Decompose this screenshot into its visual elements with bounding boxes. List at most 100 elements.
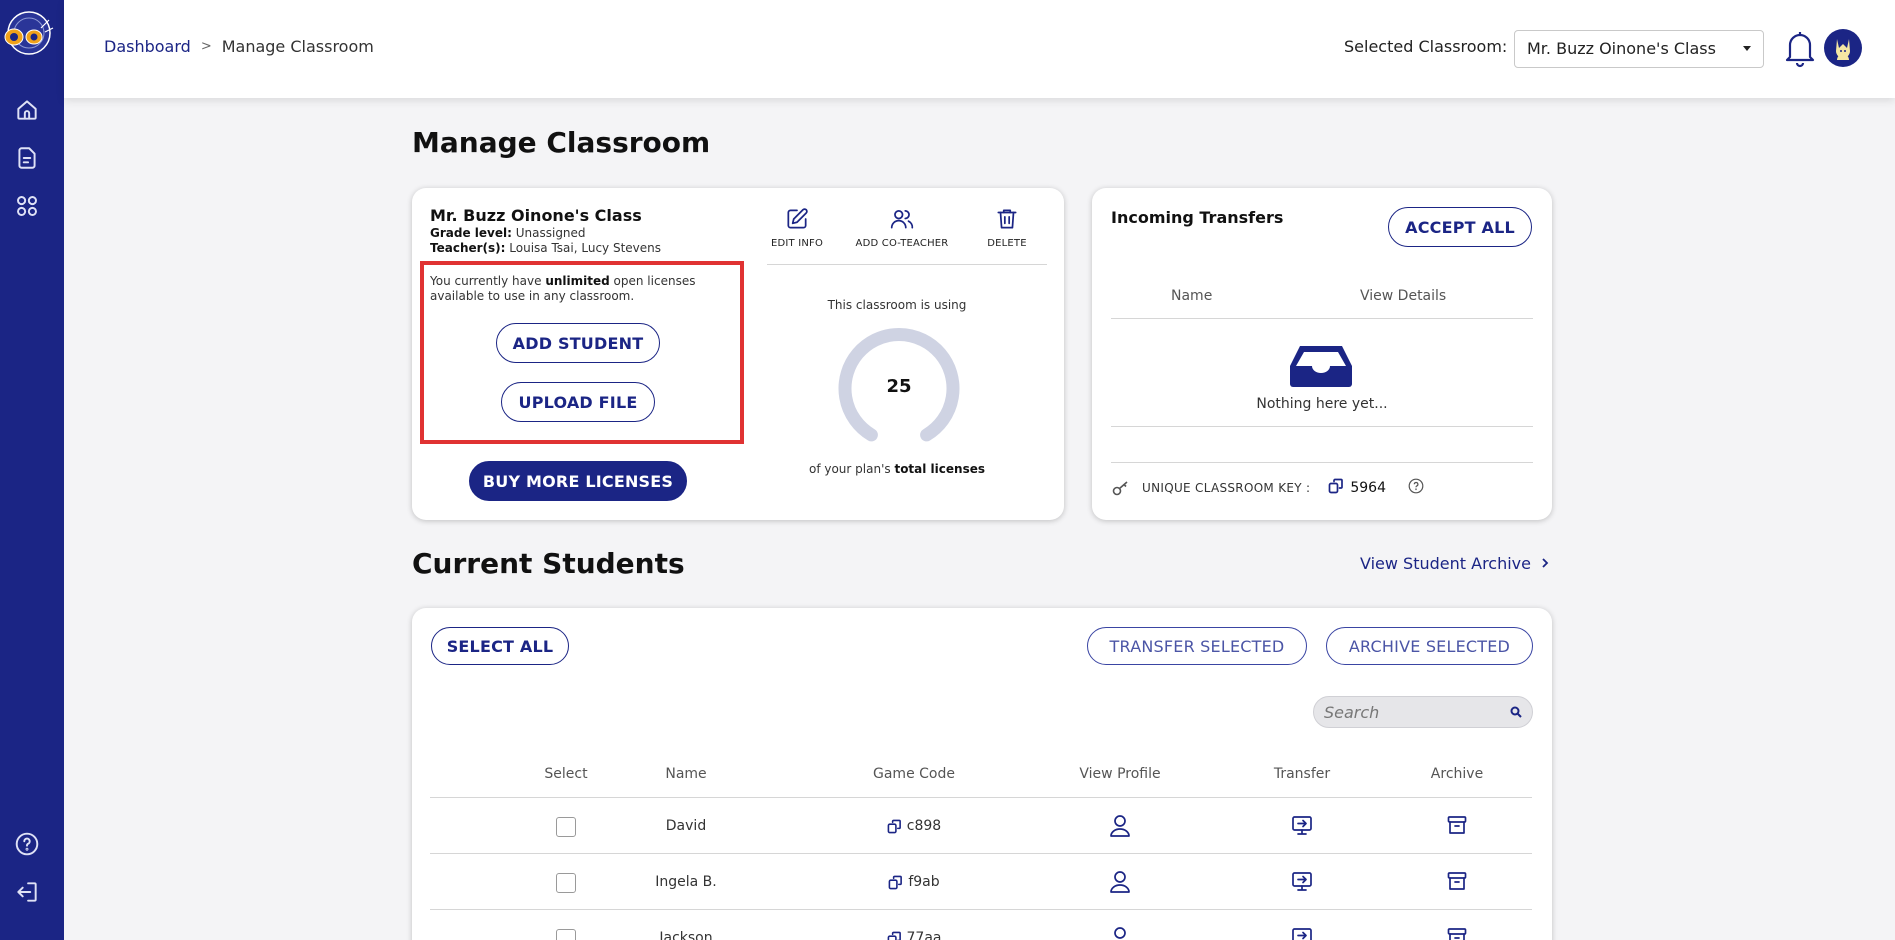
grade-level: Grade level: Unassigned [430,226,586,240]
game-code: f9ab [908,874,940,890]
user-icon [1114,927,1126,939]
view-profile-button[interactable] [1050,870,1190,894]
view-student-archive-link[interactable]: View Student Archive [1360,554,1551,573]
archive-icon [1447,928,1467,940]
col-transfer: Transfer [1273,766,1331,782]
transfers-col-name: Name [1171,288,1213,304]
archive-button[interactable] [1387,870,1527,892]
transfer-selected-button[interactable]: TRANSFER SELECTED [1087,627,1307,665]
col-game-code: Game Code [873,766,955,782]
view-profile-button[interactable] [1050,926,1190,940]
add-coteacher-button[interactable]: ADD CO-TEACHER [852,206,952,249]
classroom-select-value: Mr. Buzz Oinone's Class [1527,39,1716,58]
bell-icon[interactable] [1782,28,1818,68]
divider [430,853,1532,854]
license-prefix: You currently have [430,274,542,288]
classroom-key-value: 5964 [1350,479,1386,496]
class-info-card: Mr. Buzz Oinone's Class Grade level: Una… [412,188,1064,520]
breadcrumb: Dashboard > Manage Classroom [104,37,374,56]
grade-level-label: Grade level: [430,226,512,240]
archive-button[interactable] [1387,926,1527,940]
teachers-value: Louisa Tsai, Lucy Stevens [509,241,662,255]
copy-icon[interactable] [888,875,903,890]
add-student-button[interactable]: ADD STUDENT [496,323,660,363]
classroom-key-row: UNIQUE CLASSROOM KEY : 5964 [1112,478,1424,497]
col-archive: Archive [1430,766,1484,782]
row-checkbox-cell [496,871,636,895]
logout-icon[interactable] [13,878,41,906]
col-select: Select [544,766,588,782]
row-checkbox[interactable] [556,929,576,940]
copy-icon[interactable] [887,931,902,940]
student-name: Jackson [659,930,713,940]
license-info-text: You currently have unlimited open licens… [430,274,720,304]
classroom-key-label: UNIQUE CLASSROOM KEY : [1142,480,1311,495]
transfers-col-view-details: View Details [1360,288,1447,304]
divider [430,909,1532,910]
col-name: Name [665,766,707,782]
logo[interactable] [1,10,55,56]
license-usage-value: 25 [886,376,912,397]
teachers-label: Teacher(s): [430,241,506,255]
transfer-icon [1292,928,1312,940]
edit-info-label: EDIT INFO [770,238,824,249]
col-view-profile: View Profile [1079,766,1161,782]
breadcrumb-dashboard-link[interactable]: Dashboard [104,37,191,56]
archive-selected-button[interactable]: ARCHIVE SELECTED [1326,627,1533,665]
add-coteacher-label: ADD CO-TEACHER [855,238,949,249]
home-icon[interactable] [13,96,41,124]
edit-info-button[interactable]: EDIT INFO [767,206,827,249]
top-header: Dashboard > Manage Classroom Selected Cl… [64,0,1895,98]
accept-all-button[interactable]: ACCEPT ALL [1388,207,1532,247]
row-checkbox-cell [496,927,636,940]
current-students-title: Current Students [412,547,685,580]
transfer-button[interactable] [1232,814,1372,836]
students-card: SELECT ALL TRANSFER SELECTED ARCHIVE SEL… [412,608,1552,940]
game-code-cell: 77aa [844,930,984,940]
transfer-button[interactable] [1232,870,1372,892]
incoming-transfers-card: Incoming Transfers ACCEPT ALL Name View … [1092,188,1552,520]
archive-button[interactable] [1387,814,1527,836]
copy-icon[interactable] [1328,478,1344,497]
users-icon [890,210,914,229]
key-help-icon[interactable] [1408,478,1424,497]
delete-label: DELETE [987,238,1027,249]
avatar[interactable] [1824,29,1862,67]
incoming-transfers-title: Incoming Transfers [1111,208,1284,227]
classroom-select[interactable]: Mr. Buzz Oinone's Class [1514,30,1764,68]
apps-grid-icon[interactable] [13,192,41,220]
select-all-button[interactable]: SELECT ALL [431,627,569,665]
grade-level-value: Unassigned [515,226,586,240]
usage-footnote: of your plan's total licenses [752,462,1042,476]
game-code: 77aa [906,930,942,940]
student-name: David [665,818,707,834]
inbox-icon [1290,346,1352,387]
trash-icon [997,209,1017,229]
selected-classroom-label: Selected Classroom: [1344,37,1508,56]
search-input[interactable]: Search [1313,696,1533,728]
chevron-right-icon [1542,558,1549,568]
copy-icon[interactable] [887,819,902,834]
key-icon [1112,480,1128,495]
edit-icon [787,208,808,229]
upload-file-button[interactable]: UPLOAD FILE [501,382,655,422]
breadcrumb-current: Manage Classroom [221,37,374,56]
document-icon[interactable] [13,144,41,172]
usage-foot-prefix: of your plan's [808,462,891,476]
transfer-button[interactable] [1232,926,1372,940]
row-checkbox[interactable] [556,873,576,893]
sidebar [0,0,64,940]
transfer-icon [1292,872,1312,891]
game-code: c898 [906,818,942,834]
buy-more-licenses-button[interactable]: BUY MORE LICENSES [469,461,687,501]
divider [1111,462,1533,463]
user-icon [1110,871,1130,893]
usage-foot-bold: total licenses [894,462,986,476]
user-icon [1110,815,1130,837]
delete-button[interactable]: DELETE [982,206,1032,249]
help-icon[interactable] [13,830,41,858]
caret-down-icon [1743,46,1751,51]
view-profile-button[interactable] [1050,814,1190,838]
breadcrumb-separator: > [200,39,212,54]
row-checkbox[interactable] [556,817,576,837]
